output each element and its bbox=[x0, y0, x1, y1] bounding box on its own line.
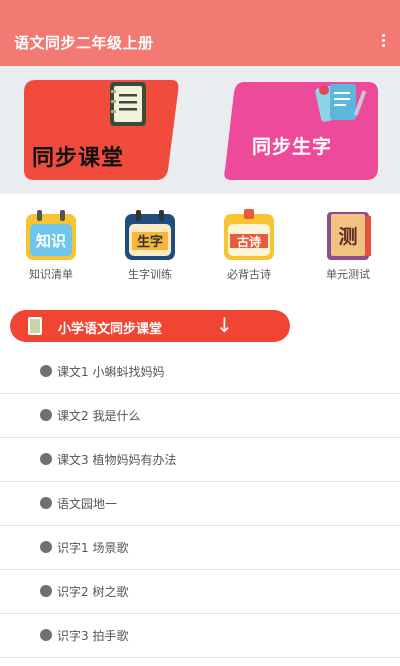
calendar-knowledge-icon: 知识 bbox=[24, 208, 78, 262]
grid-label: 必背古诗 bbox=[227, 268, 271, 281]
list-item[interactable]: 识字3 拍手歌 bbox=[0, 614, 400, 658]
sync-characters-card[interactable]: 同步生字 bbox=[222, 78, 380, 182]
list-item-label: 课文3 植物妈妈有办法 bbox=[57, 453, 177, 467]
feature-grid: 知识 知识清单 生字 生字训练 古诗 必背古诗 测 单元测试 bbox=[0, 200, 400, 288]
grid-icon-text: 知识 bbox=[36, 232, 66, 250]
sync-classroom-label: 同步课堂 bbox=[32, 146, 125, 171]
list-item-label: 语文园地一 bbox=[57, 497, 118, 511]
list-item[interactable]: 课文2 我是什么 bbox=[0, 394, 400, 438]
grid-item-tests[interactable]: 测 单元测试 bbox=[308, 208, 388, 282]
notebook-icon bbox=[110, 82, 146, 126]
list-item[interactable]: 课文3 植物妈妈有办法 bbox=[0, 438, 400, 482]
grid-icon-text: 测 bbox=[338, 226, 357, 248]
bullet-icon bbox=[40, 365, 52, 377]
cards-icon bbox=[315, 84, 367, 122]
grid-icon-text: 生字 bbox=[137, 234, 163, 250]
calendar-poem-icon: 古诗 bbox=[222, 208, 276, 262]
grid-item-knowledge[interactable]: 知识 知识清单 bbox=[11, 208, 91, 282]
list-item-label: 识字3 拍手歌 bbox=[57, 629, 129, 643]
list-item[interactable]: 课文1 小蝌蚪找妈妈 bbox=[0, 350, 400, 394]
app-bar: 语文同步二年级上册 bbox=[0, 0, 400, 66]
book-icon bbox=[28, 317, 42, 335]
grid-item-characters[interactable]: 生字 生字训练 bbox=[110, 208, 190, 282]
bullet-icon bbox=[40, 497, 52, 509]
list-item-label: 识字1 场景歌 bbox=[57, 541, 129, 555]
more-vertical-icon[interactable] bbox=[378, 34, 388, 50]
bullet-icon bbox=[40, 409, 52, 421]
grid-label: 生字训练 bbox=[128, 268, 172, 281]
section-title: 小学语文同步课堂 bbox=[58, 322, 163, 337]
book-test-icon: 测 bbox=[321, 208, 375, 262]
bullet-icon bbox=[40, 585, 52, 597]
sync-classroom-card[interactable]: 同步课堂 bbox=[22, 78, 182, 182]
arrow-down-icon: ↓ bbox=[216, 313, 233, 337]
section-header[interactable]: 小学语文同步课堂 ↓ bbox=[10, 310, 290, 342]
list-item-label: 识字2 树之歌 bbox=[57, 585, 129, 599]
bullet-icon bbox=[40, 629, 52, 641]
list-item[interactable]: 识字1 场景歌 bbox=[0, 526, 400, 570]
bullet-icon bbox=[40, 541, 52, 553]
list-item-label: 课文2 我是什么 bbox=[57, 409, 141, 423]
sync-characters-label: 同步生字 bbox=[252, 136, 333, 158]
grid-label: 知识清单 bbox=[29, 268, 73, 281]
banner: 同步课堂 同步生字 bbox=[0, 66, 400, 194]
list-item[interactable]: 语文园地一 bbox=[0, 482, 400, 526]
grid-icon-text: 古诗 bbox=[237, 234, 261, 249]
calendar-characters-icon: 生字 bbox=[123, 208, 177, 262]
list-item[interactable]: 识字2 树之歌 bbox=[0, 570, 400, 614]
lesson-list: 课文1 小蝌蚪找妈妈 课文2 我是什么 课文3 植物妈妈有办法 语文园地一 识字… bbox=[0, 350, 400, 658]
app-title: 语文同步二年级上册 bbox=[14, 34, 154, 52]
bullet-icon bbox=[40, 453, 52, 465]
list-item-label: 课文1 小蝌蚪找妈妈 bbox=[57, 365, 165, 379]
grid-label: 单元测试 bbox=[326, 268, 370, 281]
grid-item-poems[interactable]: 古诗 必背古诗 bbox=[209, 208, 289, 282]
